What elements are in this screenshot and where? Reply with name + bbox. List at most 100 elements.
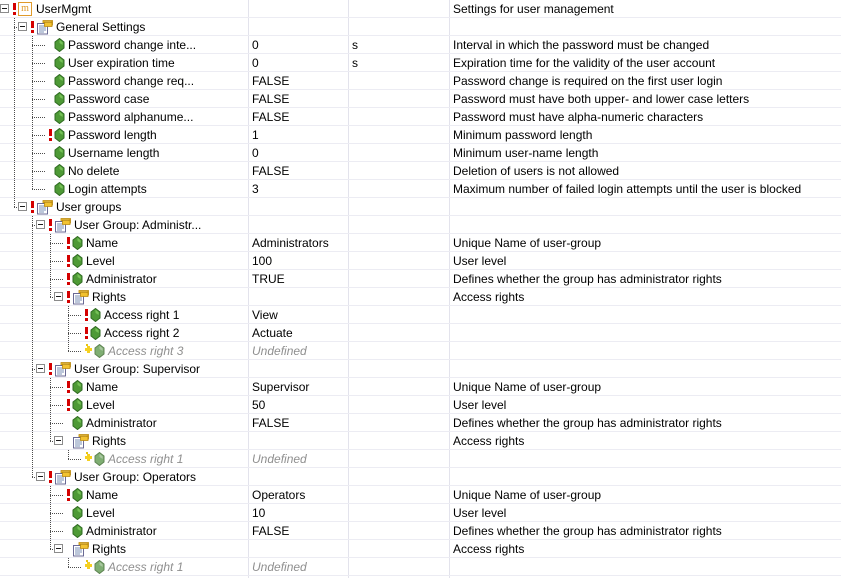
cell-name[interactable]: Name	[0, 378, 248, 396]
cell-name[interactable]: Name	[0, 234, 248, 252]
table-row[interactable]: User Group: Supervisor	[0, 360, 841, 378]
cell-name[interactable]: User Group: Supervisor	[0, 360, 248, 378]
table-row[interactable]: Administrator FALSE Defines whether the gr…	[0, 522, 841, 540]
cell-name[interactable]: User Group: Administr...	[0, 216, 248, 234]
table-row[interactable]: Password length 1 Minimum password length	[0, 126, 841, 144]
cell-value[interactable]	[252, 0, 346, 18]
cell-name[interactable]: Access right 2	[0, 324, 248, 342]
node-label: General Settings	[56, 20, 146, 34]
table-row[interactable]: Rights Access rights	[0, 288, 841, 306]
cell-name[interactable]: Rights	[0, 540, 248, 558]
cell-name[interactable]: General Settings	[0, 18, 248, 36]
cell-value[interactable]	[252, 360, 346, 378]
cell-value[interactable]: 10	[252, 504, 346, 522]
cell-name[interactable]: Access right 1	[0, 450, 248, 468]
node-label: User Group: Administr...	[74, 218, 202, 232]
table-row[interactable]: Rights Access rights	[0, 540, 841, 558]
cell-unit	[352, 180, 448, 198]
table-row[interactable]: Password case FALSE Password must have bot…	[0, 90, 841, 108]
cell-value[interactable]: Undefined	[252, 558, 346, 576]
table-row[interactable]: Level 100 User level	[0, 252, 841, 270]
cell-value[interactable]: 0	[252, 36, 346, 54]
cell-value[interactable]: Operators	[252, 486, 346, 504]
cell-value[interactable]	[252, 18, 346, 36]
table-row[interactable]: Username length 0 Minimum user-name length	[0, 144, 841, 162]
cell-name[interactable]: Rights	[0, 432, 248, 450]
cell-value[interactable]	[252, 198, 346, 216]
cell-name[interactable]: Administrator	[0, 270, 248, 288]
table-row[interactable]: User Group: Administr...	[0, 216, 841, 234]
cell-value[interactable]	[252, 288, 346, 306]
table-row[interactable]: Administrator FALSE Defines whether the gr…	[0, 414, 841, 432]
cell-value[interactable]: 0	[252, 144, 346, 162]
table-row[interactable]: Password alphanume... FALSE Password must …	[0, 108, 841, 126]
table-row[interactable]: Access right 1 Undefined	[0, 558, 841, 576]
cell-name[interactable]: Access right 3	[0, 342, 248, 360]
cell-name[interactable]: Administrator	[0, 414, 248, 432]
table-row[interactable]: No delete FALSE Deletion of users is not a…	[0, 162, 841, 180]
cell-name[interactable]: Level	[0, 396, 248, 414]
table-row[interactable]: Level 10 User level	[0, 504, 841, 522]
table-row[interactable]: m UserMgmt Settings for user management	[0, 0, 841, 18]
table-row[interactable]: Login attempts 3 Maximum number of failed …	[0, 180, 841, 198]
cell-name[interactable]: Access right 1	[0, 558, 248, 576]
cell-value[interactable]: FALSE	[252, 72, 346, 90]
cell-name[interactable]: Rights	[0, 288, 248, 306]
cell-value[interactable]: Undefined	[252, 342, 346, 360]
table-row[interactable]: Access right 3 Undefined	[0, 342, 841, 360]
table-row[interactable]: Password change inte... 0 s Interval in whi…	[0, 36, 841, 54]
cell-value[interactable]: Undefined	[252, 450, 346, 468]
cell-name[interactable]: Password change inte...	[0, 36, 248, 54]
cell-value[interactable]: Administrators	[252, 234, 346, 252]
table-row[interactable]: Administrator TRUE Defines whether the gro…	[0, 270, 841, 288]
cell-name[interactable]: Administrator	[0, 522, 248, 540]
cell-value[interactable]	[252, 216, 346, 234]
cell-name[interactable]: Login attempts	[0, 180, 248, 198]
cell-value[interactable]: TRUE	[252, 270, 346, 288]
cell-name[interactable]: Level	[0, 504, 248, 522]
cell-value[interactable]: 1	[252, 126, 346, 144]
cell-name[interactable]: User groups	[0, 198, 248, 216]
table-row[interactable]: Access right 2 Actuate	[0, 324, 841, 342]
cell-name[interactable]: Password case	[0, 90, 248, 108]
cell-value[interactable]: FALSE	[252, 162, 346, 180]
cell-name[interactable]: User Group: Operators	[0, 468, 248, 486]
table-row[interactable]: Name Administrators Unique Name of user-gr…	[0, 234, 841, 252]
cell-value[interactable]: Actuate	[252, 324, 346, 342]
cell-value[interactable]: FALSE	[252, 108, 346, 126]
cell-name[interactable]: m UserMgmt	[0, 0, 248, 18]
cell-name[interactable]: Username length	[0, 144, 248, 162]
cell-name[interactable]: Name	[0, 486, 248, 504]
table-row[interactable]: Password change req... FALSE Password chan…	[0, 72, 841, 90]
table-row[interactable]: Name Supervisor Unique Name of user-group	[0, 378, 841, 396]
cell-value[interactable]	[252, 468, 346, 486]
cell-value[interactable]: FALSE	[252, 522, 346, 540]
cell-value[interactable]: FALSE	[252, 90, 346, 108]
cell-value[interactable]: 100	[252, 252, 346, 270]
cell-value[interactable]	[252, 540, 346, 558]
table-row[interactable]: User expiration time 0 s Expiration time fo…	[0, 54, 841, 72]
cell-name[interactable]: Level	[0, 252, 248, 270]
cell-value[interactable]: FALSE	[252, 414, 346, 432]
cell-value[interactable]	[252, 432, 346, 450]
cell-name[interactable]: No delete	[0, 162, 248, 180]
cell-name[interactable]: Access right 1	[0, 306, 248, 324]
table-row[interactable]: Level 50 User level	[0, 396, 841, 414]
table-row[interactable]: Name Operators Unique Name of user-group	[0, 486, 841, 504]
cell-value[interactable]: Supervisor	[252, 378, 346, 396]
table-row[interactable]: Access right 1 View	[0, 306, 841, 324]
cell-value[interactable]: View	[252, 306, 346, 324]
cell-value[interactable]: 0	[252, 54, 346, 72]
cell-name[interactable]: Password alphanume...	[0, 108, 248, 126]
table-row[interactable]: General Settings	[0, 18, 841, 36]
table-row[interactable]: User Group: Operators	[0, 468, 841, 486]
cell-name[interactable]: User expiration time	[0, 54, 248, 72]
table-row[interactable]: Rights Access rights	[0, 432, 841, 450]
property-tree-grid[interactable]: m UserMgmt Settings for user management Gen…	[0, 0, 841, 578]
cell-name[interactable]: Password length	[0, 126, 248, 144]
table-row[interactable]: User groups	[0, 198, 841, 216]
cell-name[interactable]: Password change req...	[0, 72, 248, 90]
cell-value[interactable]: 3	[252, 180, 346, 198]
table-row[interactable]: Access right 1 Undefined	[0, 450, 841, 468]
cell-value[interactable]: 50	[252, 396, 346, 414]
